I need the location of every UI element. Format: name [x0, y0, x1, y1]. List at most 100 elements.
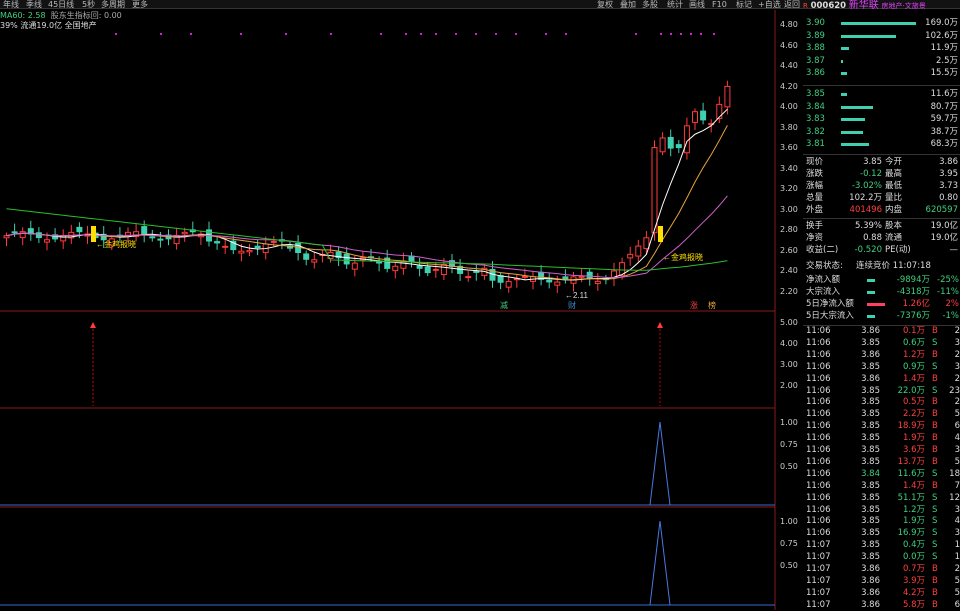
- tick-row: 11:06 3.86 1.4万 B 2: [803, 374, 960, 385]
- tick-price: 3.86: [861, 587, 880, 598]
- book-price: 3.84: [806, 101, 825, 112]
- signal-arrow: [90, 322, 96, 328]
- marker-dot: [285, 33, 287, 35]
- volume-bar: [841, 118, 865, 121]
- y-tick-label: 4.00: [780, 102, 798, 111]
- candle: [181, 231, 188, 235]
- signal-label: ←金鸡报晓: [96, 239, 136, 249]
- book-price: 3.85: [806, 89, 825, 99]
- tick-row: 11:07 3.85 0.0万 S 1: [803, 552, 960, 563]
- marker-dot: [700, 33, 702, 35]
- book-volume: 169.0万: [925, 18, 958, 28]
- flow-percent: 2%: [945, 299, 960, 309]
- tick-time: 11:06: [806, 445, 831, 455]
- quote-value: 3.85: [863, 157, 882, 167]
- book-volume: 11.6万: [930, 89, 958, 99]
- flow-percent: -25%: [937, 275, 959, 285]
- tick-volume: 0.1万: [902, 326, 925, 336]
- bid-row[interactable]: 3.85 11.6万: [803, 89, 960, 100]
- flow-row: 5日大宗流入 -7376万 -1%: [803, 311, 960, 322]
- quote-value: 3.95: [939, 169, 958, 179]
- book-price: 3.88: [806, 43, 825, 53]
- tick-volume: 0.9万: [902, 361, 925, 372]
- quote-label: 换手: [806, 221, 824, 231]
- tick-time: 11:07: [806, 587, 831, 598]
- event-label: 财: [568, 300, 576, 310]
- ask-row[interactable]: 3.90 169.0万: [803, 18, 960, 29]
- candle: [594, 280, 601, 285]
- tick-time: 11:06: [806, 480, 831, 491]
- flow-row: 净流入额 -9894万 -25%: [803, 275, 960, 286]
- tick-price: 3.85: [861, 421, 880, 432]
- tick-count: 5: [954, 587, 960, 598]
- bid-row[interactable]: 3.81 68.3万: [803, 139, 960, 150]
- tick-side: B: [932, 575, 938, 586]
- bid-row[interactable]: 3.83 59.7万: [803, 114, 960, 125]
- candle: [343, 253, 350, 265]
- stock-name: 新华联: [848, 0, 879, 11]
- tick-row: 11:06 3.85 51.1万 S 12: [803, 493, 960, 504]
- tick-time: 11:07: [806, 540, 831, 551]
- tick-count: 6: [954, 421, 960, 432]
- trade-status-value: 连续竞价 11:07:18: [856, 261, 931, 271]
- marker-dot: [240, 33, 242, 35]
- tick-side: B: [932, 480, 938, 491]
- y-tick-label: 4.60: [780, 40, 798, 50]
- y-tick-label: 2.40: [780, 266, 798, 275]
- tick-price: 3.85: [861, 445, 880, 455]
- event-label: 榜: [708, 300, 716, 310]
- book-price: 3.81: [806, 139, 825, 149]
- tick-price: 3.85: [861, 504, 880, 515]
- quote-value: 19.0亿: [930, 233, 958, 243]
- flow-label: 5日净流入额: [806, 299, 854, 309]
- volume-bar: [841, 93, 847, 96]
- tick-row: 11:07 3.86 4.2万 B 5: [803, 588, 960, 599]
- tick-side: B: [932, 599, 938, 610]
- tick-volume: 5.8万: [902, 599, 925, 610]
- marker-dot: [330, 33, 332, 35]
- quote-value: 0.88: [863, 233, 882, 243]
- y-tick-label: 1.00: [780, 418, 798, 427]
- book-volume: 68.3万: [930, 139, 958, 149]
- divider: [803, 154, 960, 155]
- tick-row: 11:06 3.85 1.4万 B 7: [803, 481, 960, 492]
- volume-bar: [841, 143, 869, 146]
- quote-value: —: [949, 245, 959, 255]
- tick-price: 3.85: [861, 456, 880, 467]
- tick-time: 11:06: [806, 385, 831, 396]
- ma-line: [6, 108, 728, 281]
- tick-count: 5: [954, 409, 960, 420]
- tick-volume: 1.4万: [902, 480, 925, 491]
- tick-row: 11:06 3.86 1.2万 B 2: [803, 350, 960, 361]
- tick-row: 11:06 3.85 0.9万 S 3: [803, 362, 960, 373]
- ask-row[interactable]: 3.86 15.5万: [803, 68, 960, 79]
- candle: [11, 231, 18, 234]
- bid-row[interactable]: 3.82 38.7万: [803, 127, 960, 138]
- tick-side: S: [932, 540, 938, 551]
- tick-row: 11:07 3.85 0.4万 S 1: [803, 540, 960, 551]
- candle: [424, 266, 431, 274]
- y-tick-label: 3.00: [780, 360, 798, 369]
- tick-count: 3: [954, 361, 960, 372]
- ask-row[interactable]: 3.89 102.6万: [803, 31, 960, 42]
- tick-volume: 0.4万: [902, 540, 925, 551]
- candle: [465, 276, 472, 279]
- book-volume: 15.5万: [930, 68, 958, 78]
- kline-chart[interactable]: ←金鸡报晓 ←金鸡报晓 ←2.11 减 财 涨榜: [0, 0, 803, 610]
- flow-label: 净流入额: [806, 275, 841, 285]
- candle: [270, 240, 277, 243]
- event-label: 减: [500, 300, 508, 310]
- candle: [125, 231, 131, 236]
- ask-row[interactable]: 3.87 2.5万: [803, 56, 960, 67]
- tick-row: 11:06 3.85 16.9万 S 3: [803, 528, 960, 539]
- candle: [675, 144, 682, 149]
- ask-row[interactable]: 3.88 11.9万: [803, 43, 960, 54]
- quote-row: 净资 0.88 流通 19.0亿: [803, 233, 960, 244]
- tick-price: 3.85: [861, 516, 880, 527]
- book-volume: 2.5万: [935, 55, 958, 66]
- stock-code: 000620: [810, 1, 847, 11]
- bid-row[interactable]: 3.84 80.7万: [803, 102, 960, 113]
- quote-label: 最高: [885, 169, 903, 179]
- tick-volume: 11.6万: [897, 468, 925, 479]
- flow-value: -7376万: [896, 311, 930, 321]
